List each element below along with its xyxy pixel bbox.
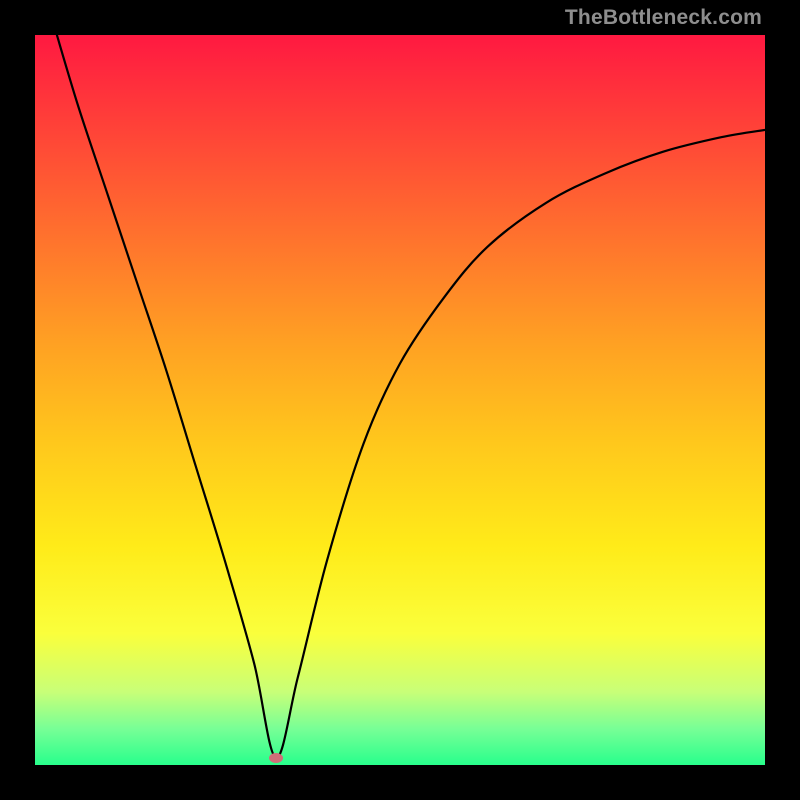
- bottleneck-curve: [35, 35, 765, 765]
- chart-frame: TheBottleneck.com: [0, 0, 800, 800]
- plot-area: [35, 35, 765, 765]
- curve-path: [57, 35, 765, 758]
- watermark-label: TheBottleneck.com: [565, 6, 762, 30]
- minimum-marker: [269, 753, 283, 763]
